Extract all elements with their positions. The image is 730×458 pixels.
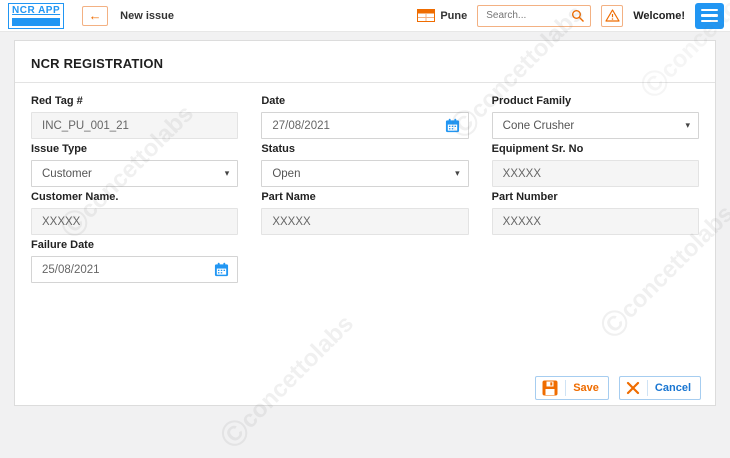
red-tag-input[interactable] [42,120,229,132]
chevron-down-icon: ▾ [685,120,690,131]
red-tag-label: Red Tag # [31,95,238,108]
calendar-icon[interactable] [214,262,229,277]
failure-date-input[interactable] [42,264,214,276]
equipment-sr-no-label: Equipment Sr. No [492,143,699,156]
warning-triangle-icon [605,9,620,22]
field-status: Status Open ▾ [261,143,468,187]
cancel-button-label: Cancel [655,382,691,394]
calendar-icon[interactable] [445,118,460,133]
part-number-input-box [492,208,699,235]
plant-selector[interactable]: Pune [417,9,467,22]
field-issue-type: Issue Type Customer ▾ [31,143,238,187]
date-input[interactable] [272,120,444,132]
issue-type-select[interactable]: Customer ▾ [31,160,238,187]
product-family-label: Product Family [492,95,699,108]
plant-name: Pune [440,10,467,22]
app-logo-text: NCR APP [12,6,60,16]
status-value: Open [272,168,300,180]
chevron-down-icon: ▾ [225,168,230,179]
field-product-family: Product Family Cone Crusher ▾ [492,95,699,139]
registration-form: Red Tag # Date [15,83,715,283]
ncr-registration-card: NCR REGISTRATION Red Tag # Date [14,40,716,406]
page-title: NCR REGISTRATION [15,41,715,83]
failure-date-label: Failure Date [31,239,238,252]
equipment-sr-no-input-box [492,160,699,187]
product-family-select[interactable]: Cone Crusher ▾ [492,112,699,139]
field-red-tag: Red Tag # [31,95,238,139]
search-icon[interactable] [571,9,585,23]
cancel-button[interactable]: Cancel [619,376,701,400]
chevron-down-icon: ▾ [455,168,460,179]
red-tag-input-box [31,112,238,139]
welcome-label: Welcome! [633,10,685,22]
search-input[interactable] [486,10,571,21]
save-icon-wrap [542,380,566,396]
alerts-button[interactable] [601,5,623,27]
topbar-right-group: Pune Welcome! [417,3,724,29]
failure-date-input-box [31,256,238,283]
save-button-label: Save [573,382,599,394]
field-part-number: Part Number [492,191,699,235]
plant-table-icon [417,9,435,22]
field-date: Date [261,95,468,139]
search-box [477,5,591,27]
menu-button[interactable] [695,3,724,29]
part-number-label: Part Number [492,191,699,204]
app-logo-bar [12,18,60,26]
back-button[interactable]: ← [82,6,108,26]
top-bar: NCR APP ← New issue Pune [0,0,730,32]
page-breadcrumb-new-issue: New issue [120,10,174,22]
part-name-label: Part Name [261,191,468,204]
status-label: Status [261,143,468,156]
part-name-input[interactable] [272,216,459,228]
field-customer-name: Customer Name. [31,191,238,235]
issue-type-value: Customer [42,168,92,180]
customer-name-input[interactable] [42,216,229,228]
app-logo[interactable]: NCR APP [8,3,64,29]
back-arrow-icon: ← [89,9,102,22]
customer-name-input-box [31,208,238,235]
form-actions: Save Cancel [535,376,701,400]
save-floppy-icon [542,380,558,396]
equipment-sr-no-input[interactable] [503,168,690,180]
cancel-icon-wrap [626,380,648,396]
hamburger-icon [701,9,718,12]
part-name-input-box [261,208,468,235]
field-part-name: Part Name [261,191,468,235]
field-equipment-sr-no: Equipment Sr. No [492,143,699,187]
save-button[interactable]: Save [535,376,609,400]
customer-name-label: Customer Name. [31,191,238,204]
issue-type-label: Issue Type [31,143,238,156]
date-label: Date [261,95,468,108]
status-select[interactable]: Open ▾ [261,160,468,187]
field-failure-date: Failure Date [31,239,238,283]
part-number-input[interactable] [503,216,690,228]
product-family-value: Cone Crusher [503,120,575,132]
date-input-box [261,112,468,139]
cancel-x-icon [626,381,640,395]
